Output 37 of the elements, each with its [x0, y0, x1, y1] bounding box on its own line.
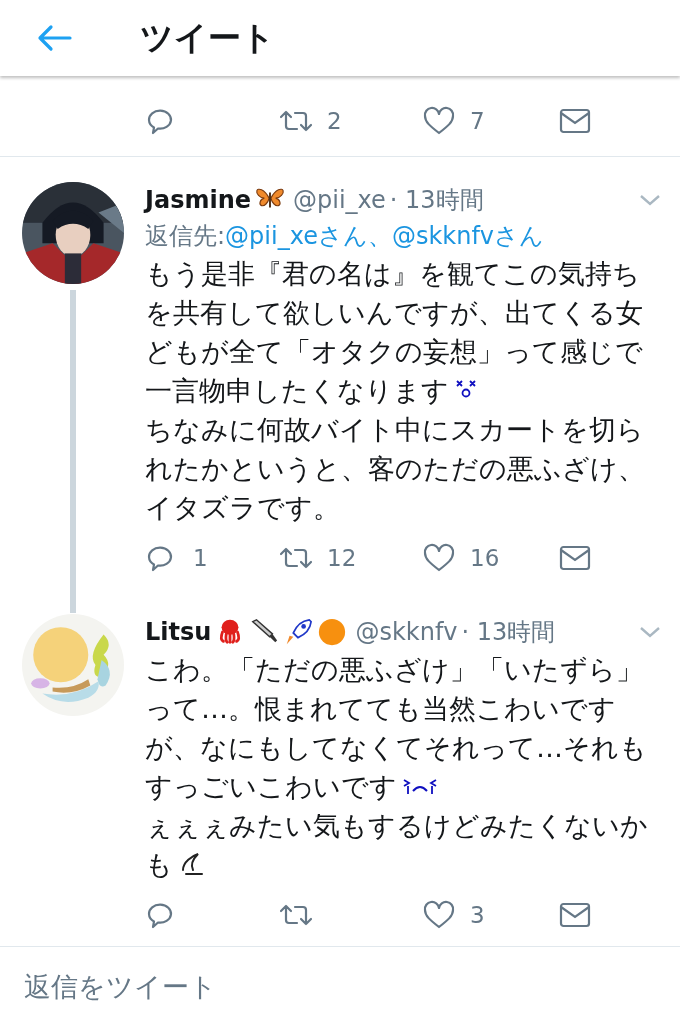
count: 3 [470, 900, 485, 930]
tweet-text: ぇぇぇみたい気もするけどみたくないか [145, 809, 648, 843]
tweet-text: も [145, 848, 173, 882]
tweet-text: が、なにもしてなくてそれって…それも [145, 731, 647, 765]
tweet-text: イタズラです。 [145, 491, 340, 525]
heart-icon[interactable] [422, 900, 456, 930]
circle-icon [317, 617, 348, 647]
mail-icon[interactable] [559, 106, 593, 136]
timestamp: · 13時間 [461, 617, 556, 648]
reply-to-users[interactable]: @pii_xeさん、@skknfvさん [225, 218, 545, 254]
tweet-text: 一言物申したくなります [145, 374, 449, 408]
tweet-text: もう是非『君の名は』を観てこの気持ち [145, 257, 640, 291]
tweet-text: どもが全て「オタクの妄想」って感じで [145, 335, 643, 369]
user-handle[interactable]: @skknfv [355, 614, 458, 650]
tweet-text: こわ。「ただの悪ふざけ」「いたずら」 [145, 653, 643, 687]
page-title: ツイート [140, 18, 275, 58]
mail-icon[interactable] [559, 900, 593, 930]
tweet-text: すっごいこわいです [145, 770, 397, 804]
heart-icon[interactable] [422, 543, 456, 573]
reply-to-label: 返信先: [145, 221, 226, 252]
tweet-text: ちなみに何故バイト中にスカートを切ら [145, 413, 644, 447]
count: 16 [470, 543, 500, 573]
mail-icon[interactable] [559, 543, 593, 573]
tweet-text: って…。恨まれてても当然こわいです [145, 692, 616, 726]
count: 1 [193, 543, 208, 573]
count: 2 [327, 106, 342, 136]
count: 12 [327, 543, 357, 573]
user-name[interactable]: Litsu [145, 614, 212, 650]
heart-icon[interactable] [422, 106, 456, 136]
user-handle[interactable]: @pii_xe [293, 182, 386, 218]
reply-field[interactable]: 返信をツイート [24, 967, 656, 1008]
user-name[interactable]: Jasmine [145, 182, 251, 218]
tweet-text: れたかというと、客のただの悪ふざけ、 [145, 452, 645, 486]
back-icon[interactable] [36, 24, 72, 52]
timestamp: · 13時間 [389, 185, 484, 216]
count: 7 [470, 106, 485, 136]
tweet-text: を共有して欲しいんですが、出てくる女 [145, 296, 643, 330]
